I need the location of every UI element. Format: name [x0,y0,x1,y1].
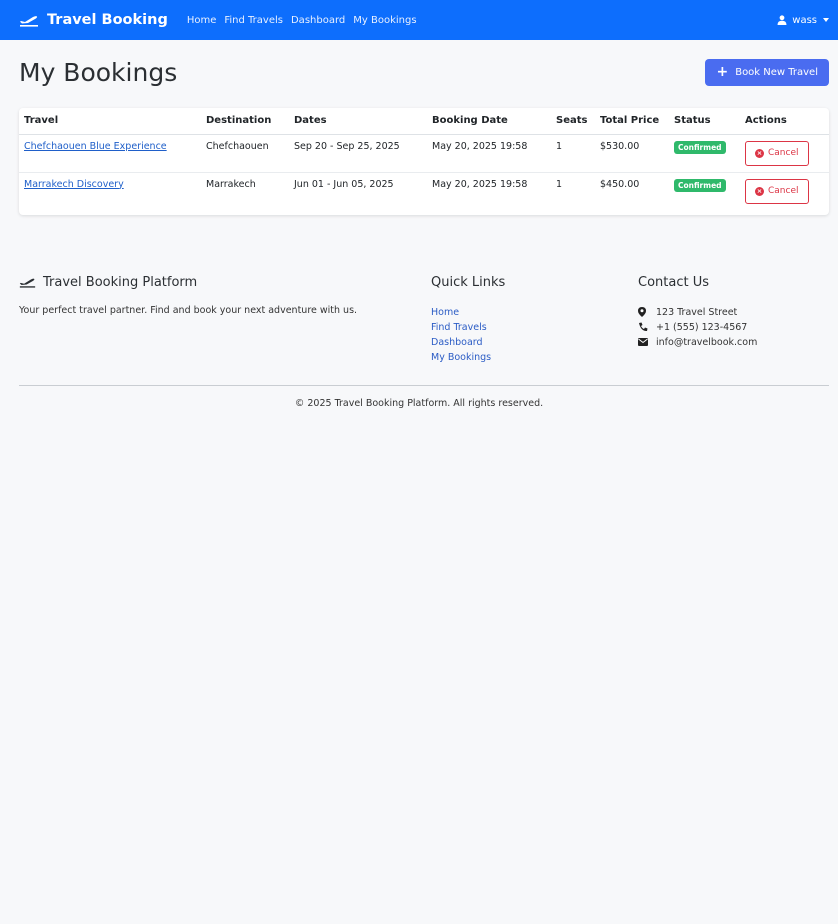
travel-link[interactable]: Chefchaouen Blue Experience [24,141,167,152]
dates-cell: Sep 20 - Sep 25, 2025 [289,134,427,173]
footer-description: Your perfect travel partner. Find and bo… [19,304,358,316]
cancel-booking-button[interactable]: × Cancel [745,140,809,166]
phone-icon [638,322,652,332]
footer-contact: Contact Us 123 Travel Street +1 (555) 12… [638,275,829,365]
brand-link[interactable]: Travel Booking [19,12,168,28]
contact-title: Contact Us [638,274,709,290]
cancel-booking-button[interactable]: × Cancel [745,178,809,204]
contact-email: info@travelbook.com [638,335,829,350]
bookings-card: Travel Destination Dates Booking Date Se… [19,108,829,215]
plane-icon [19,276,36,288]
bookings-table: Travel Destination Dates Booking Date Se… [19,108,829,210]
brand-name: Travel Booking [47,12,168,28]
phone-text: +1 (555) 123-4567 [656,321,748,333]
seats-cell: 1 [551,134,595,173]
nav-find-travels[interactable]: Find Travels [220,15,287,26]
destination-cell: Chefchaouen [201,134,289,173]
status-badge: Confirmed [674,178,726,192]
nav-dashboard[interactable]: Dashboard [287,15,349,26]
x-circle-icon: × [755,148,764,158]
book-new-travel-button[interactable]: + Book New Travel [705,58,829,86]
footer-divider [19,384,829,386]
contact-phone: +1 (555) 123-4567 [638,320,829,335]
footer-about: Travel Booking Platform Your perfect tra… [19,275,431,365]
col-destination: Destination [201,108,289,135]
col-total-price: Total Price [595,108,669,135]
nav-home[interactable]: Home [183,15,221,26]
destination-cell: Marrakech [206,178,256,190]
user-name: wass [792,14,817,26]
footer-link-dashboard[interactable]: Dashboard [431,335,638,350]
map-marker-icon [638,307,652,317]
chevron-down-icon [823,18,829,22]
book-new-travel-label: Book New Travel [735,66,818,78]
cancel-label: Cancel [768,148,799,158]
price-cell: $450.00 [600,178,640,190]
x-circle-icon: × [755,186,764,196]
footer: Travel Booking Platform Your perfect tra… [19,275,829,365]
status-badge: Confirmed [674,140,726,154]
plus-icon: + [716,64,729,80]
booking-date-cell: May 20, 2025 19:58 [427,134,551,173]
seats-cell: 1 [556,178,563,190]
footer-brand-title: Travel Booking Platform [19,275,431,290]
nav-links: Home Find Travels Dashboard My Bookings [183,15,421,26]
col-booking-date: Booking Date [427,108,551,135]
footer-link-my-bookings[interactable]: My Bookings [431,350,638,365]
table-header-row: Travel Destination Dates Booking Date Se… [19,108,829,135]
footer-link-find-travels[interactable]: Find Travels [431,320,638,335]
dates-cell: Jun 01 - Jun 05, 2025 [294,178,394,190]
copyright: © 2025 Travel Booking Platform. All righ… [294,397,544,409]
top-navbar: Travel Booking Home Find Travels Dashboa… [0,0,838,40]
travel-link[interactable]: Marrakech Discovery [24,179,124,190]
address-text: 123 Travel Street [656,306,738,318]
col-dates: Dates [289,108,427,135]
page-header: My Bookings + Book New Travel [0,40,838,104]
col-actions: Actions [740,108,829,135]
cancel-label: Cancel [768,186,799,196]
quick-links-title: Quick Links [431,274,506,290]
user-icon [777,15,787,25]
col-status: Status [669,108,740,135]
table-row: Chefchaouen Blue Experience Chefchaouen … [19,134,829,173]
booking-date-cell: May 20, 2025 19:58 [432,178,528,190]
contact-address: 123 Travel Street [638,305,829,320]
footer-quick-links: Quick Links Home Find Travels Dashboard … [431,275,638,365]
col-seats: Seats [551,108,595,135]
email-text: info@travelbook.com [656,336,758,348]
table-row: Marrakech Discovery Marrakech Jun 01 - J… [19,172,829,210]
envelope-icon [638,338,652,346]
footer-brand-text: Travel Booking Platform [43,274,198,290]
price-cell: $530.00 [595,134,669,173]
user-menu[interactable]: wass [777,15,829,26]
plane-icon [19,13,39,27]
footer-link-home[interactable]: Home [431,305,638,320]
page-title: My Bookings [19,57,178,87]
col-travel: Travel [19,108,201,135]
nav-my-bookings[interactable]: My Bookings [349,15,420,26]
